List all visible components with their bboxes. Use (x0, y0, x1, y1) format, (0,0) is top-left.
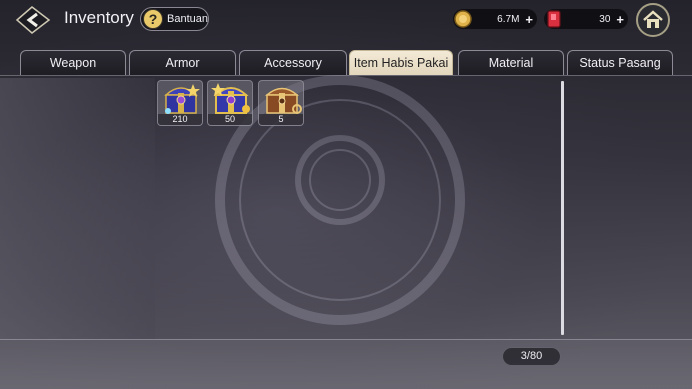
back-arrow-icon (15, 6, 51, 34)
item-quantity: 50 (208, 114, 252, 125)
gold-currency: 6.7M + (453, 9, 537, 29)
wooden-chest-icon (264, 87, 302, 114)
item-quantity: 5 (259, 114, 303, 125)
tab-material[interactable]: Material (458, 50, 564, 75)
tab-weapon[interactable]: Weapon (20, 50, 126, 75)
blue-star-chest-icon (164, 84, 200, 114)
add-gold-button[interactable]: + (525, 13, 533, 26)
tab-accessory[interactable]: Accessory (239, 50, 347, 75)
inventory-item[interactable]: 210 (157, 80, 203, 126)
gem-amount: 30 (599, 13, 611, 25)
bottom-bar (0, 339, 692, 389)
tabs-divider (0, 75, 692, 76)
item-quantity: 210 (158, 114, 202, 125)
scrollbar[interactable] (561, 81, 564, 335)
page-title: Inventory (64, 8, 134, 27)
red-gem-icon (547, 10, 561, 28)
question-icon: ? (143, 9, 163, 29)
inventory-capacity: 3/80 (502, 347, 561, 366)
help-button[interactable]: ? Bantuan (140, 7, 209, 31)
blue-gold-chest-icon (211, 83, 250, 114)
gem-currency: 30 + (544, 9, 628, 29)
home-button[interactable] (636, 3, 670, 37)
tab-armor[interactable]: Armor (129, 50, 236, 75)
add-gem-button[interactable]: + (616, 13, 624, 26)
left-panel-shade (0, 78, 155, 340)
tab-status-pasang[interactable]: Status Pasang (567, 50, 673, 75)
home-icon (643, 10, 663, 28)
gold-coin-icon (454, 10, 472, 28)
tab-item-habis-pakai[interactable]: Item Habis Pakai (349, 50, 453, 75)
inventory-item[interactable]: 50 (207, 80, 253, 126)
gold-amount: 6.7M (497, 13, 520, 25)
back-button[interactable] (15, 5, 51, 35)
help-label: Bantuan (167, 13, 208, 25)
inventory-item[interactable]: 5 (258, 80, 304, 126)
